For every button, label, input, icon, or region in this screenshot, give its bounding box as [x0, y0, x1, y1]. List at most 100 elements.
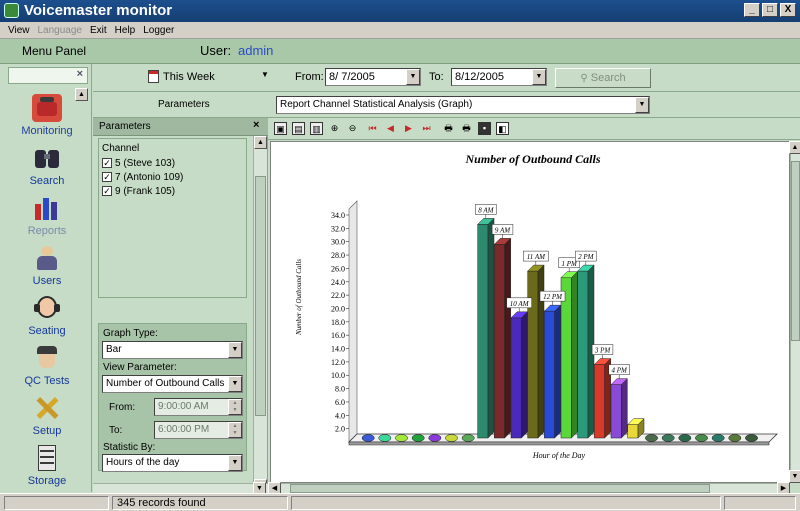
statistic-by-select[interactable]: Hours of the day ▼ [102, 454, 243, 472]
parameters-scrollbar[interactable]: ▲ ▼ [253, 136, 267, 492]
bar-side [621, 377, 628, 439]
zoom-in-icon[interactable]: ⊕ [328, 122, 341, 135]
y-tick-label: 10.0 [331, 371, 345, 380]
period-dropdown-arrow[interactable]: ▼ [261, 70, 269, 79]
prev-page-icon[interactable]: ◀ [384, 122, 397, 135]
next-page-icon[interactable]: ▶ [402, 122, 415, 135]
nav-users-label: Users [32, 275, 62, 287]
parameters-panel: Parameters × Channel ✓ 5 (Steve 103) ✓ 7 (… [93, 118, 268, 492]
fit-page-icon[interactable]: ▣ [274, 122, 287, 135]
view-parameter-select[interactable]: Number of Outbound Calls ▼ [102, 375, 243, 393]
nav-seating[interactable]: Seating [4, 294, 90, 342]
checkbox[interactable]: ✓ [102, 172, 112, 182]
nav-qc-tests-label: QC Tests [24, 375, 70, 387]
report-select[interactable]: Report Channel Statistical Analysis (Gra… [276, 96, 650, 114]
bar-label: 12 PM [543, 293, 563, 301]
bar-side [487, 217, 495, 439]
nav-users[interactable]: Users [4, 244, 90, 292]
nav-monitoring-label: Monitoring [21, 125, 73, 137]
title-bar: Voicemaster monitor _ □ X [0, 0, 800, 22]
channel-item[interactable]: ✓ 9 (Frank 105) [99, 184, 246, 198]
report-hscroll-thumb[interactable] [290, 484, 710, 493]
view-parameter-dropdown[interactable]: ▼ [228, 376, 242, 392]
bar [627, 424, 639, 439]
close-menu-panel-button[interactable]: × [8, 67, 88, 84]
menu-language[interactable]: Language [38, 25, 83, 36]
first-page-icon[interactable]: ⏮ [366, 122, 379, 135]
to-date-dropdown[interactable]: ▼ [532, 69, 546, 85]
menu-view[interactable]: View [8, 25, 30, 36]
y-tick-label: 22.0 [331, 291, 345, 300]
minimize-button[interactable]: _ [744, 3, 760, 17]
report-dropdown[interactable]: ▼ [635, 97, 649, 113]
from-date-value: 8/ 7/2005 [329, 71, 375, 83]
last-page-icon[interactable]: ⏭ [420, 122, 433, 135]
menu-panel-label: Menu Panel [22, 44, 87, 58]
from-time-spinner[interactable]: ▲ ▼ [228, 399, 242, 415]
from-time-field[interactable]: 9:00:00 AM ▲ ▼ [154, 398, 243, 416]
view-parameter-label: View Parameter: [103, 362, 177, 373]
headset-icon [32, 294, 62, 322]
to-time-spinner[interactable]: ▲ ▼ [228, 422, 242, 438]
scroll-up-button[interactable]: ▲ [254, 136, 267, 149]
chart-title: Number of Outbound Calls [464, 152, 600, 166]
statistic-by-dropdown[interactable]: ▼ [228, 455, 242, 471]
y-tick-label: 34.0 [331, 211, 345, 220]
nav-setup-label: Setup [32, 425, 62, 437]
close-button[interactable]: X [780, 3, 796, 17]
nav-search[interactable]: Search [4, 144, 90, 192]
checkbox[interactable]: ✓ [102, 186, 112, 196]
bar-label: 11 AM [527, 253, 546, 261]
parameters-horizontal-scrollbar[interactable]: ▼ [93, 482, 268, 494]
y-tick-label: 26.0 [331, 264, 345, 273]
nav-qc-tests[interactable]: QC Tests [4, 344, 90, 392]
report-vertical-scrollbar[interactable]: ▲ ▼ [789, 141, 800, 483]
nav-reports[interactable]: Reports [4, 194, 90, 242]
bar-side [571, 271, 578, 439]
menu-help[interactable]: Help [115, 25, 136, 36]
y-tick-label: 20.0 [331, 304, 345, 313]
print-setup-icon[interactable]: 🖶 [460, 122, 473, 135]
print-icon[interactable]: 🖶 [442, 122, 455, 135]
graph-type-label: Graph Type: [103, 328, 158, 339]
to-time-field[interactable]: 6:00:00 PM ▲ ▼ [154, 421, 243, 439]
graph-type-dropdown[interactable]: ▼ [228, 342, 242, 358]
report-scroll-up-button[interactable]: ▲ [789, 141, 800, 154]
y-tick-label: 8.0 [335, 385, 345, 394]
status-cell-blank [724, 496, 796, 510]
maximize-button[interactable]: □ [762, 3, 778, 17]
channel-item[interactable]: ✓ 5 (Steve 103) [99, 156, 246, 170]
bar-label: 4 PM [611, 367, 628, 375]
menu-logger[interactable]: Logger [143, 25, 174, 36]
channel-item[interactable]: ✓ 7 (Antonio 109) [99, 170, 246, 184]
to-date-field[interactable]: 8/12/2005 ▼ [451, 68, 547, 86]
whole-page-icon[interactable]: ▥ [310, 122, 323, 135]
close-parameters-button[interactable]: × [253, 119, 259, 131]
period-select[interactable]: This Week [163, 71, 215, 83]
y-tick-label: 4.0 [335, 411, 345, 420]
report-scroll-down-button[interactable]: ▼ [789, 470, 800, 483]
chart-xlabel: Hour of the Day [532, 451, 586, 460]
export-icon[interactable]: ◧ [496, 122, 509, 135]
nav-monitoring[interactable]: Monitoring [4, 94, 90, 142]
checkbox[interactable]: ✓ [102, 158, 112, 168]
from-date-dropdown[interactable]: ▼ [406, 69, 420, 85]
scroll-thumb[interactable] [255, 176, 266, 416]
menu-exit[interactable]: Exit [90, 25, 107, 36]
nav-storage-label: Storage [27, 475, 67, 487]
nav-storage[interactable]: Storage [4, 444, 90, 492]
bar-marker [711, 434, 725, 442]
save-icon[interactable]: ▪ [478, 122, 491, 135]
report-select-value: Report Channel Statistical Analysis (Gra… [280, 99, 473, 110]
y-tick-label: 28.0 [331, 251, 345, 260]
zoom-out-icon[interactable]: ⊖ [346, 122, 359, 135]
graph-type-select[interactable]: Bar ▼ [102, 341, 243, 359]
nav-setup[interactable]: Setup [4, 394, 90, 442]
report-horizontal-scrollbar[interactable]: ◀ ▶ [268, 482, 790, 494]
parameters-panel-header: Parameters × [93, 118, 268, 136]
bar [594, 364, 605, 439]
search-button[interactable]: ⚲ Search [555, 68, 651, 88]
from-date-field[interactable]: 8/ 7/2005 ▼ [325, 68, 421, 86]
report-scroll-thumb[interactable] [791, 161, 800, 341]
fit-width-icon[interactable]: ▤ [292, 122, 305, 135]
